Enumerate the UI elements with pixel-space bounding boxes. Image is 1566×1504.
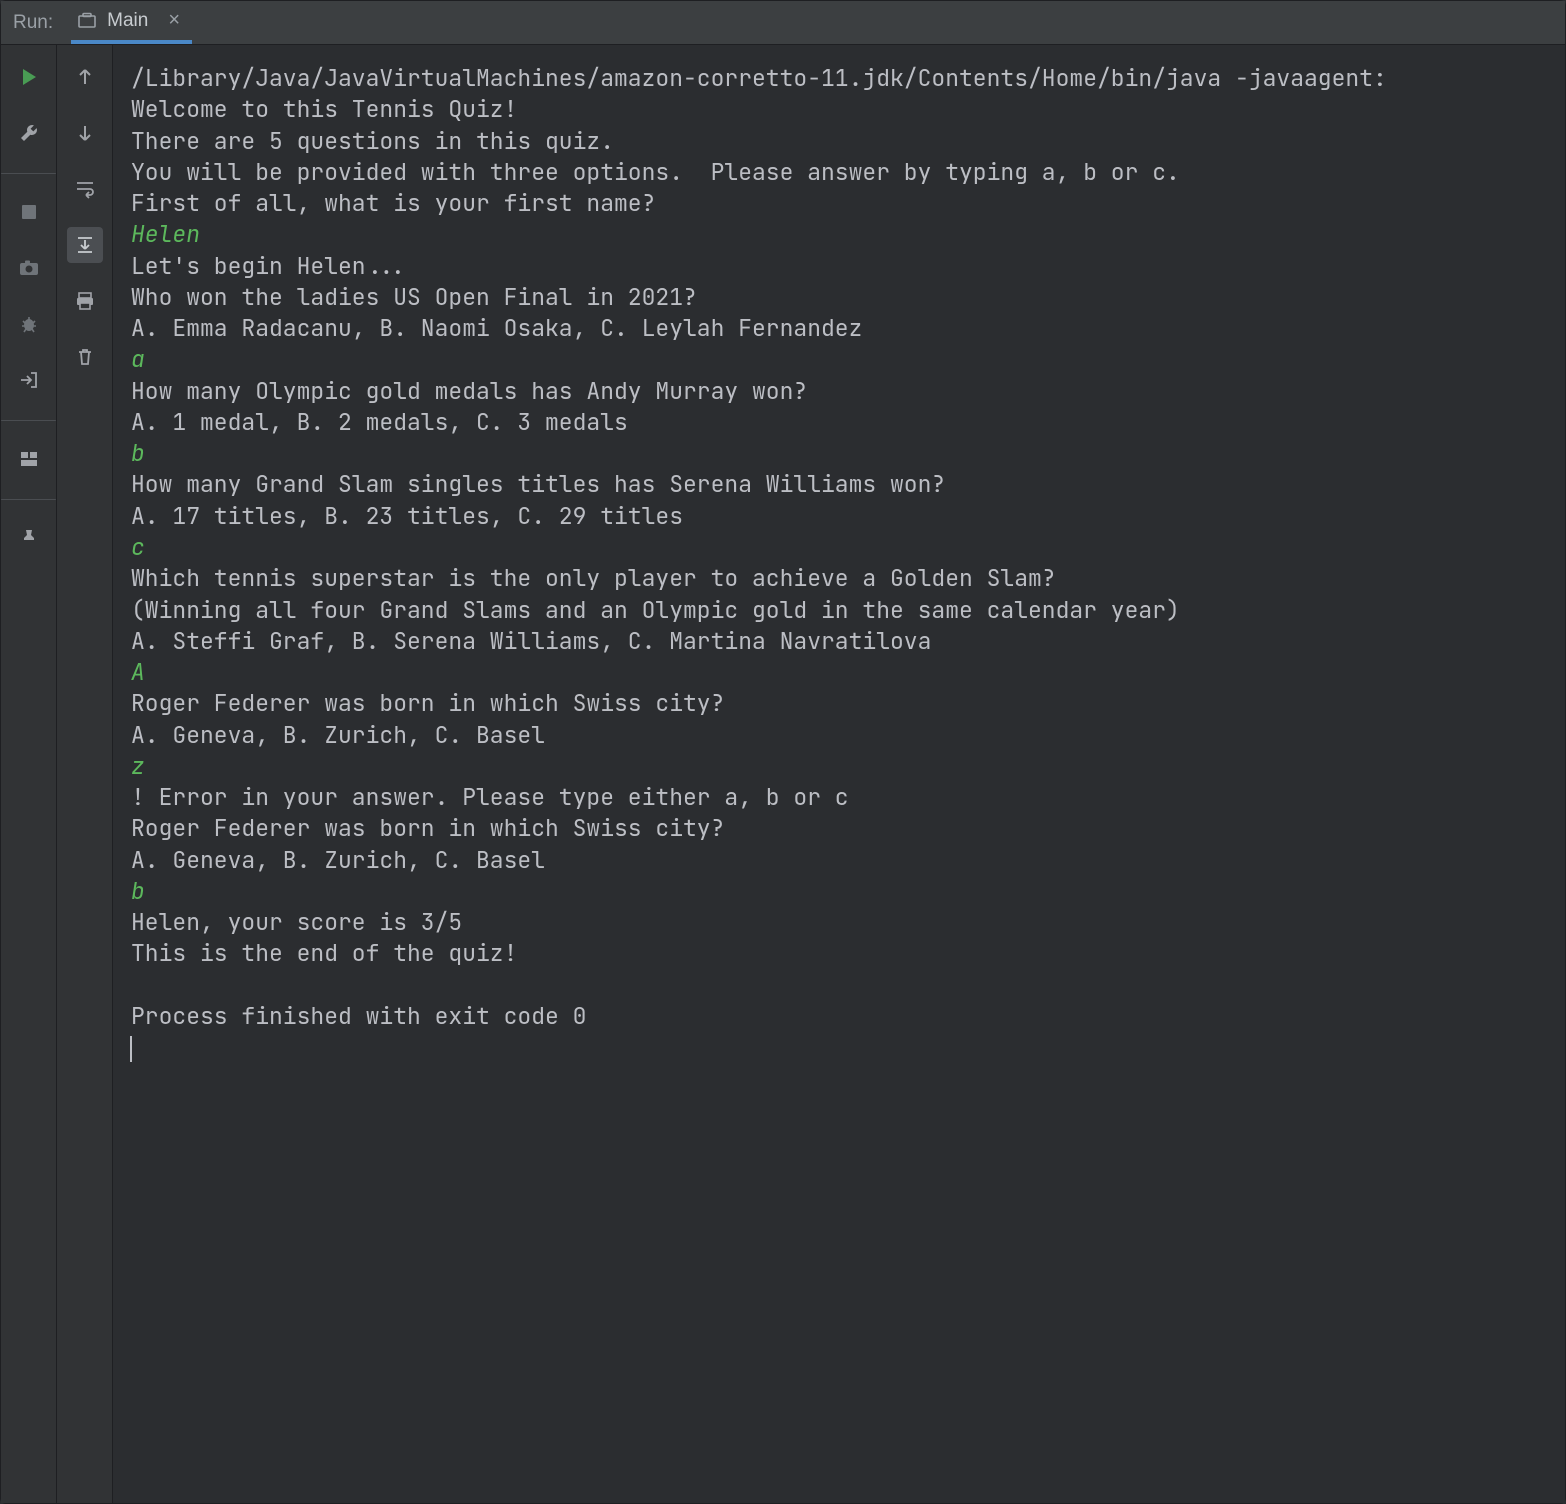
console-input-line: z: [131, 751, 1555, 782]
separator: [1, 173, 56, 174]
print-button[interactable]: [67, 283, 103, 319]
pin-button[interactable]: [11, 520, 47, 556]
separator: [1, 499, 56, 500]
console-input-line: a: [131, 344, 1555, 375]
console-output[interactable]: /Library/Java/JavaVirtualMachines/amazon…: [113, 45, 1565, 1503]
run-body: /Library/Java/JavaVirtualMachines/amazon…: [1, 45, 1565, 1503]
rerun-button[interactable]: [11, 59, 47, 95]
console-output-line: How many Grand Slam singles titles has S…: [131, 469, 1555, 500]
wrench-button[interactable]: [11, 115, 47, 151]
run-tab-main[interactable]: Main ×: [71, 1, 192, 44]
run-label: Run:: [13, 12, 53, 34]
exit-button[interactable]: [11, 362, 47, 398]
layout-button[interactable]: [11, 441, 47, 477]
console-output-line: A. Geneva, B. Zurich, C. Basel: [131, 845, 1555, 876]
console-input-line: c: [131, 532, 1555, 563]
console-output-line: Helen, your score is 3/5: [131, 907, 1555, 938]
console-output-line: [131, 970, 1555, 1001]
close-icon[interactable]: ×: [168, 9, 180, 32]
console-output-line: Which tennis superstar is the only playe…: [131, 563, 1555, 594]
console-output-line: You will be provided with three options.…: [131, 157, 1555, 188]
console-output-line: Who won the ladies US Open Final in 2021…: [131, 282, 1555, 313]
console-input-line: Helen: [131, 219, 1555, 250]
console-output-line: A. Emma Radacanu, B. Naomi Osaka, C. Ley…: [131, 313, 1555, 344]
console-input-line: b: [131, 876, 1555, 907]
console-output-line: There are 5 questions in this quiz.: [131, 126, 1555, 157]
console-output-line: First of all, what is your first name?: [131, 188, 1555, 219]
console-output-line: ! Error in your answer. Please type eith…: [131, 782, 1555, 813]
console-cursor-line: [131, 1032, 1555, 1063]
console-output-line: Roger Federer was born in which Swiss ci…: [131, 813, 1555, 844]
run-header: Run: Main ×: [1, 1, 1565, 45]
run-gutter-primary: [1, 45, 57, 1503]
console-output-line: This is the end of the quiz!: [131, 938, 1555, 969]
stop-button[interactable]: [11, 194, 47, 230]
cursor-icon: [130, 1036, 132, 1062]
console-output-line: /Library/Java/JavaVirtualMachines/amazon…: [131, 63, 1555, 94]
console-output-line: Let's begin Helen...: [131, 251, 1555, 282]
console-input-line: b: [131, 438, 1555, 469]
camera-button[interactable]: [11, 250, 47, 286]
run-tool-window: Run: Main ×: [0, 0, 1566, 1504]
scroll-to-end-button[interactable]: [67, 227, 103, 263]
down-arrow-button[interactable]: [67, 115, 103, 151]
console-output-line: A. 17 titles, B. 23 titles, C. 29 titles: [131, 501, 1555, 532]
run-gutter-secondary: [57, 45, 113, 1503]
console-output-line: (Winning all four Grand Slams and an Oly…: [131, 595, 1555, 626]
console-output-line: Welcome to this Tennis Quiz!: [131, 94, 1555, 125]
trash-button[interactable]: [67, 339, 103, 375]
up-arrow-button[interactable]: [67, 59, 103, 95]
console-output-line: A. Steffi Graf, B. Serena Williams, C. M…: [131, 626, 1555, 657]
console-output-line: Roger Federer was born in which Swiss ci…: [131, 688, 1555, 719]
bug-button[interactable]: [11, 306, 47, 342]
run-config-icon: [77, 11, 97, 31]
soft-wrap-button[interactable]: [67, 171, 103, 207]
console-input-line: A: [131, 657, 1555, 688]
console-output-line: A. 1 medal, B. 2 medals, C. 3 medals: [131, 407, 1555, 438]
console-output-line: How many Olympic gold medals has Andy Mu…: [131, 376, 1555, 407]
run-tab-title: Main: [107, 10, 148, 32]
separator: [1, 420, 56, 421]
console-output-line: A. Geneva, B. Zurich, C. Basel: [131, 720, 1555, 751]
console-output-line: Process finished with exit code 0: [131, 1001, 1555, 1032]
